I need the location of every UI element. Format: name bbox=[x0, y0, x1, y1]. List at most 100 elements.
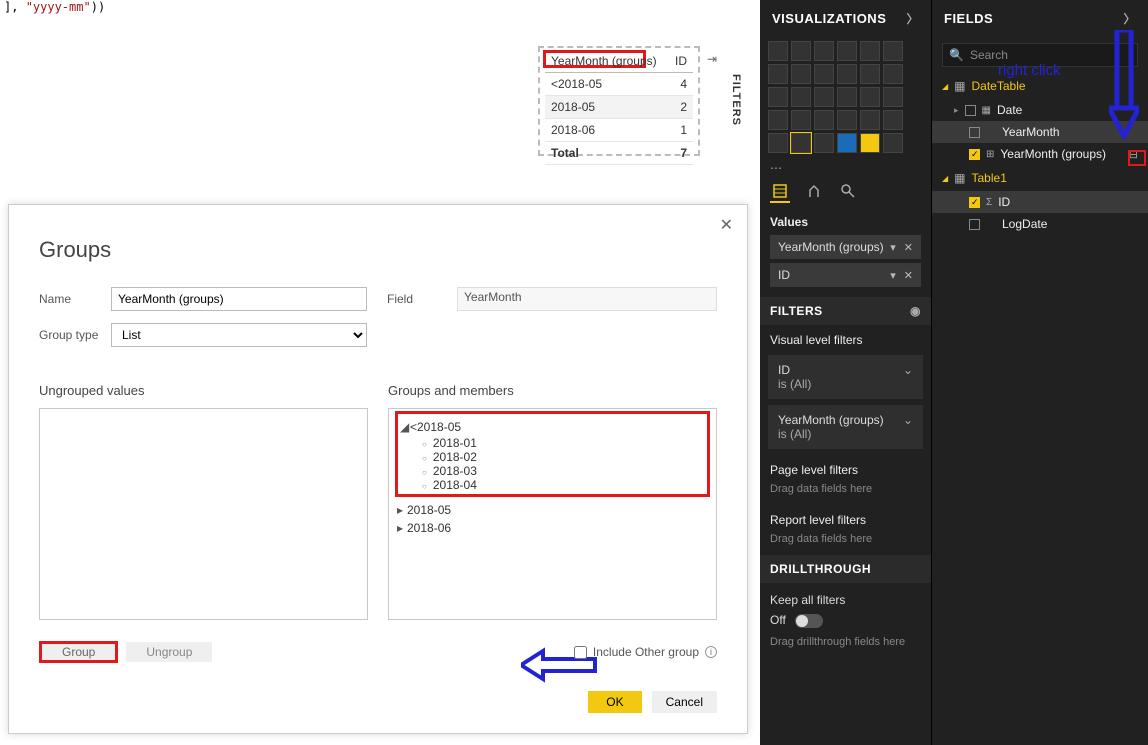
viz-stacked-area-icon[interactable] bbox=[814, 64, 834, 84]
filter-card[interactable]: YearMonth (groups) is (All) ⌄ bbox=[768, 405, 923, 449]
viz-map-icon[interactable] bbox=[883, 87, 903, 107]
well-item[interactable]: YearMonth (groups) ▾✕ bbox=[770, 235, 921, 259]
groups-heading: Groups and members bbox=[388, 383, 717, 398]
keep-all-filters-label: Keep all filters bbox=[770, 593, 921, 607]
fields-tab-icon[interactable] bbox=[770, 181, 790, 203]
filter-card[interactable]: ID is (All) ⌄ bbox=[768, 355, 923, 399]
chevron-right-icon[interactable]: 〉 bbox=[1123, 10, 1136, 27]
viz-stacked-column-icon[interactable] bbox=[791, 41, 811, 61]
name-label: Name bbox=[39, 292, 111, 306]
viz-matrix-icon[interactable] bbox=[814, 133, 834, 153]
table-visual-container[interactable]: YearMonth (groups) ID <2018-05 4 2018-05… bbox=[538, 46, 700, 156]
info-icon[interactable]: i bbox=[705, 646, 717, 658]
close-icon[interactable]: ✕ bbox=[720, 215, 733, 235]
fields-search[interactable]: 🔍 Search bbox=[942, 43, 1138, 67]
viz-table-icon[interactable] bbox=[791, 133, 811, 153]
ok-button[interactable]: OK bbox=[588, 691, 641, 713]
report-filters-label: Report level filters bbox=[760, 505, 931, 529]
field-label: Field bbox=[387, 292, 457, 306]
field-date[interactable]: ▸▦Date bbox=[932, 99, 1148, 121]
viz-area-icon[interactable] bbox=[791, 64, 811, 84]
drop-hint[interactable]: Drag data fields here bbox=[760, 529, 931, 555]
viz-treemap-icon[interactable] bbox=[860, 87, 880, 107]
remove-icon[interactable]: ✕ bbox=[904, 269, 913, 282]
viz-line-clustered-icon[interactable] bbox=[860, 64, 880, 84]
col-header-id[interactable]: ID bbox=[668, 50, 693, 73]
drillthrough-heading: DRILLTHROUGH bbox=[770, 562, 871, 576]
include-other-group[interactable]: Include Other group i bbox=[574, 645, 717, 659]
viz-slicer-icon[interactable] bbox=[768, 133, 788, 153]
format-tab-icon[interactable] bbox=[804, 181, 824, 203]
list-item[interactable]: 2018-01 bbox=[400, 436, 705, 450]
eye-icon[interactable]: ◉ bbox=[910, 304, 921, 318]
ungroup-button[interactable]: Ungroup bbox=[126, 642, 212, 662]
viz-more-icon[interactable]: ⋯ bbox=[760, 157, 931, 175]
visualizations-pane: VISUALIZATIONS 〉 ⋯ bbox=[760, 0, 932, 745]
analytics-tab-icon[interactable] bbox=[838, 181, 858, 203]
visualizations-title: VISUALIZATIONS bbox=[772, 11, 886, 26]
chevron-right-icon[interactable]: 〉 bbox=[906, 10, 919, 27]
viz-multirow-icon[interactable] bbox=[860, 110, 880, 130]
ungrouped-heading: Ungrouped values bbox=[39, 383, 368, 398]
fields-title: FIELDS bbox=[944, 11, 993, 26]
viz-clustered-bar-icon[interactable] bbox=[814, 41, 834, 61]
annotation-red-box-members: ◢<2018-05 2018-01 2018-02 2018-03 2018-0… bbox=[395, 411, 710, 497]
remove-icon[interactable]: ✕ bbox=[904, 241, 913, 254]
cancel-button[interactable]: Cancel bbox=[652, 691, 717, 713]
list-item[interactable]: 2018-03 bbox=[400, 464, 705, 478]
well-item[interactable]: ID ▾✕ bbox=[770, 263, 921, 287]
visual-options-icon[interactable]: ⇥ bbox=[704, 52, 720, 66]
viz-funnel-icon[interactable] bbox=[791, 110, 811, 130]
filters-heading: FILTERS bbox=[770, 304, 823, 318]
viz-kpi-icon[interactable] bbox=[883, 110, 903, 130]
chevron-down-icon[interactable]: ▾ bbox=[890, 241, 896, 254]
keep-all-filters-toggle[interactable] bbox=[795, 614, 823, 628]
viz-pie-icon[interactable] bbox=[814, 87, 834, 107]
chevron-down-icon[interactable]: ⌄ bbox=[903, 363, 913, 377]
viz-stacked-bar-icon[interactable] bbox=[768, 41, 788, 61]
viz-100-bar-icon[interactable] bbox=[860, 41, 880, 61]
include-other-checkbox[interactable] bbox=[574, 646, 587, 659]
viz-scatter-icon[interactable] bbox=[791, 87, 811, 107]
viz-filled-map-icon[interactable] bbox=[768, 110, 788, 130]
ungrouped-listbox[interactable] bbox=[39, 408, 368, 620]
table-header-datetable[interactable]: ◢▦DateTable bbox=[932, 73, 1148, 99]
viz-r-icon[interactable] bbox=[837, 133, 857, 153]
page-filters-label: Page level filters bbox=[760, 455, 931, 479]
filters-collapsed-tab[interactable]: FILTERS bbox=[730, 74, 742, 126]
viz-donut-icon[interactable] bbox=[837, 87, 857, 107]
field-id[interactable]: ΣID bbox=[932, 191, 1148, 213]
viz-python-icon[interactable] bbox=[860, 133, 880, 153]
viz-ribbon-icon[interactable] bbox=[883, 64, 903, 84]
viz-line-column-icon[interactable] bbox=[837, 64, 857, 84]
field-readonly: YearMonth bbox=[457, 287, 717, 311]
chevron-down-icon[interactable]: ▾ bbox=[890, 269, 896, 282]
field-logdate[interactable]: LogDate bbox=[932, 213, 1148, 235]
viz-gauge-icon[interactable] bbox=[814, 110, 834, 130]
field-yearmonth[interactable]: YearMonth bbox=[932, 121, 1148, 143]
table-header-table1[interactable]: ◢▦Table1 bbox=[932, 165, 1148, 191]
viz-arcgis-icon[interactable] bbox=[883, 133, 903, 153]
drop-hint[interactable]: Drag data fields here bbox=[760, 479, 931, 505]
groups-listbox[interactable]: ◢<2018-05 2018-01 2018-02 2018-03 2018-0… bbox=[388, 408, 717, 620]
values-well-label: Values bbox=[770, 215, 921, 229]
group-button[interactable]: Group bbox=[39, 641, 118, 663]
list-item[interactable]: 2018-02 bbox=[400, 450, 705, 464]
viz-100-column-icon[interactable] bbox=[883, 41, 903, 61]
drill-drop-hint[interactable]: Drag drillthrough fields here bbox=[760, 632, 931, 658]
chevron-down-icon[interactable]: ⌄ bbox=[903, 413, 913, 427]
field-yearmonth-groups[interactable]: ⊞YearMonth (groups) ⊟ bbox=[932, 143, 1148, 165]
table-visual: YearMonth (groups) ID <2018-05 4 2018-05… bbox=[545, 50, 693, 165]
table-row: <2018-05 4 bbox=[545, 73, 693, 96]
col-header-group[interactable]: YearMonth (groups) bbox=[545, 50, 668, 73]
table-row: 2018-05 2 bbox=[545, 96, 693, 119]
viz-clustered-column-icon[interactable] bbox=[837, 41, 857, 61]
viz-waterfall-icon[interactable] bbox=[768, 87, 788, 107]
viz-card-icon[interactable] bbox=[837, 110, 857, 130]
list-item[interactable]: 2018-04 bbox=[400, 478, 705, 492]
dialog-title: Groups bbox=[39, 237, 717, 263]
group-type-label: Group type bbox=[39, 328, 111, 342]
group-type-select[interactable]: List bbox=[111, 323, 367, 347]
viz-line-icon[interactable] bbox=[768, 64, 788, 84]
name-input[interactable] bbox=[111, 287, 367, 311]
